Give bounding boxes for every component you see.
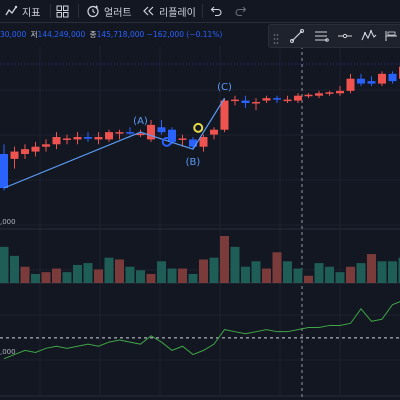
volume-bar xyxy=(241,266,250,283)
horizontal-ray-icon[interactable] xyxy=(337,28,353,44)
candle-body xyxy=(10,151,19,159)
candle-body xyxy=(63,138,71,140)
long-short-icon[interactable] xyxy=(383,28,399,44)
volume-bar xyxy=(94,269,103,283)
candle-body xyxy=(325,92,334,94)
volume-bar xyxy=(283,261,292,283)
candle-body xyxy=(262,98,271,101)
candle-body xyxy=(73,137,82,140)
volume-bar xyxy=(41,272,51,283)
candle-body xyxy=(21,149,29,154)
wave-label: (A) xyxy=(133,116,148,127)
candle-body xyxy=(157,127,166,133)
candle-body xyxy=(0,154,8,188)
wave-label: (C) xyxy=(217,82,232,93)
y-tick-label: ,000 xyxy=(0,348,16,356)
candle-body xyxy=(94,137,103,140)
parallel-channel-icon[interactable] xyxy=(313,28,329,44)
chart-grid xyxy=(0,46,400,396)
volume-bar xyxy=(377,261,387,283)
volume-bar xyxy=(251,261,261,283)
candle-body xyxy=(241,100,250,103)
candle-body xyxy=(31,146,40,152)
volume-bar xyxy=(136,270,145,283)
candle-body xyxy=(52,137,61,145)
candle-body xyxy=(367,81,376,84)
wave-label: (B) xyxy=(186,157,201,168)
candle-body xyxy=(346,78,355,91)
price-chart[interactable]: (A) (B) (C) ,000 ,000 xyxy=(0,0,400,400)
volume-bar xyxy=(20,266,30,283)
volume-bar xyxy=(157,261,166,283)
volume-bar xyxy=(188,273,198,283)
pattern-icon[interactable] xyxy=(361,28,377,44)
volume-bar xyxy=(272,252,282,283)
candle-body xyxy=(336,90,344,94)
volume-bar xyxy=(73,264,82,283)
volume-bar xyxy=(304,275,313,283)
candle-body xyxy=(178,138,187,140)
volume-bar xyxy=(220,236,229,283)
candle-body xyxy=(231,99,239,102)
trend-line-icon[interactable] xyxy=(289,28,305,44)
candle-body xyxy=(294,95,302,101)
volume-bar xyxy=(83,263,93,283)
volume-bar xyxy=(199,259,208,283)
candle-body xyxy=(357,78,365,84)
candle-body xyxy=(126,132,134,134)
volume-bar xyxy=(388,261,397,283)
volume-bar xyxy=(178,268,187,283)
candle-body xyxy=(105,132,113,140)
candle-body xyxy=(315,93,323,96)
volume-bar xyxy=(104,257,114,283)
volume-bar xyxy=(293,268,303,283)
oscillator-line xyxy=(3,301,400,360)
volume-bar xyxy=(31,273,40,283)
volume-bar xyxy=(62,272,72,283)
volume-bar xyxy=(262,268,271,283)
volume-bar xyxy=(167,268,177,283)
volume-bar xyxy=(335,272,345,283)
yellow-marker-circle xyxy=(193,122,204,133)
volume-bar xyxy=(125,266,135,283)
candle-body xyxy=(220,100,229,130)
volume-bar xyxy=(325,266,334,283)
candle-body xyxy=(42,144,50,147)
volume-bar xyxy=(209,257,219,283)
grip-handle-icon[interactable] xyxy=(273,30,279,44)
volume-bar xyxy=(146,273,156,283)
volume-bar xyxy=(230,246,240,283)
candle-body xyxy=(115,132,124,134)
candle-body xyxy=(147,124,155,140)
candle-body xyxy=(378,73,386,84)
volume-bar xyxy=(115,259,124,283)
drawing-toolbar xyxy=(268,24,400,48)
candle-body xyxy=(388,73,397,82)
volume-bar xyxy=(52,268,61,283)
y-tick-label: ,000 xyxy=(0,218,16,226)
volume-bar xyxy=(10,255,19,283)
volume-bar xyxy=(0,246,9,283)
volume-bar xyxy=(367,254,376,283)
candle-body xyxy=(84,137,92,139)
candle-body xyxy=(304,94,313,97)
candle-body xyxy=(273,98,281,100)
volume-bar xyxy=(314,263,324,283)
volume-bar xyxy=(356,263,366,283)
candle-body xyxy=(199,137,208,147)
candle-body xyxy=(210,129,218,135)
volume-bar xyxy=(346,266,355,283)
candle-body xyxy=(252,102,260,104)
candle-body xyxy=(283,99,292,102)
